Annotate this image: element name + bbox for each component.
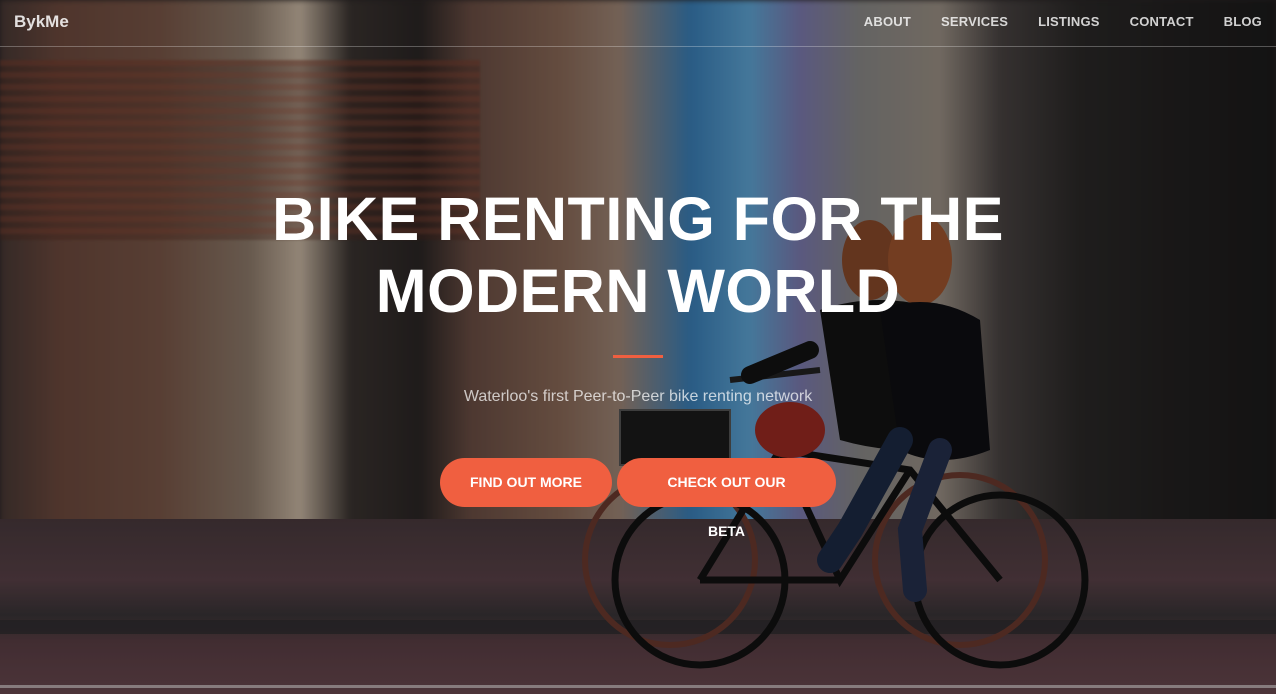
hero-buttons: FIND OUT MORE CHECK OUT OUR BETA: [0, 458, 1276, 539]
hero-section: BykMe ABOUT SERVICES LISTINGS CONTACT BL…: [0, 0, 1276, 694]
accent-divider: [613, 355, 663, 358]
hero-content: BIKE RENTING FOR THE MODERN WORLD Waterl…: [0, 183, 1276, 539]
nav-links: ABOUT SERVICES LISTINGS CONTACT BLOG: [864, 14, 1262, 29]
nav-link-blog[interactable]: BLOG: [1224, 14, 1262, 29]
hero-subtitle: Waterloo's first Peer-to-Peer bike renti…: [463, 388, 813, 405]
find-out-more-button[interactable]: FIND OUT MORE: [440, 458, 612, 507]
brand-logo[interactable]: BykMe: [14, 12, 69, 32]
top-navbar: BykMe ABOUT SERVICES LISTINGS CONTACT BL…: [0, 0, 1276, 47]
hero-headline: BIKE RENTING FOR THE MODERN WORLD: [188, 183, 1088, 327]
check-out-beta-button[interactable]: CHECK OUT OUR BETA: [617, 458, 836, 539]
nav-link-contact[interactable]: CONTACT: [1130, 14, 1194, 29]
nav-link-services[interactable]: SERVICES: [941, 14, 1008, 29]
nav-link-listings[interactable]: LISTINGS: [1038, 14, 1100, 29]
nav-link-about[interactable]: ABOUT: [864, 14, 911, 29]
headline-line-2: MODERN WORLD: [375, 257, 901, 325]
headline-line-1: BIKE RENTING FOR THE: [272, 185, 1004, 253]
